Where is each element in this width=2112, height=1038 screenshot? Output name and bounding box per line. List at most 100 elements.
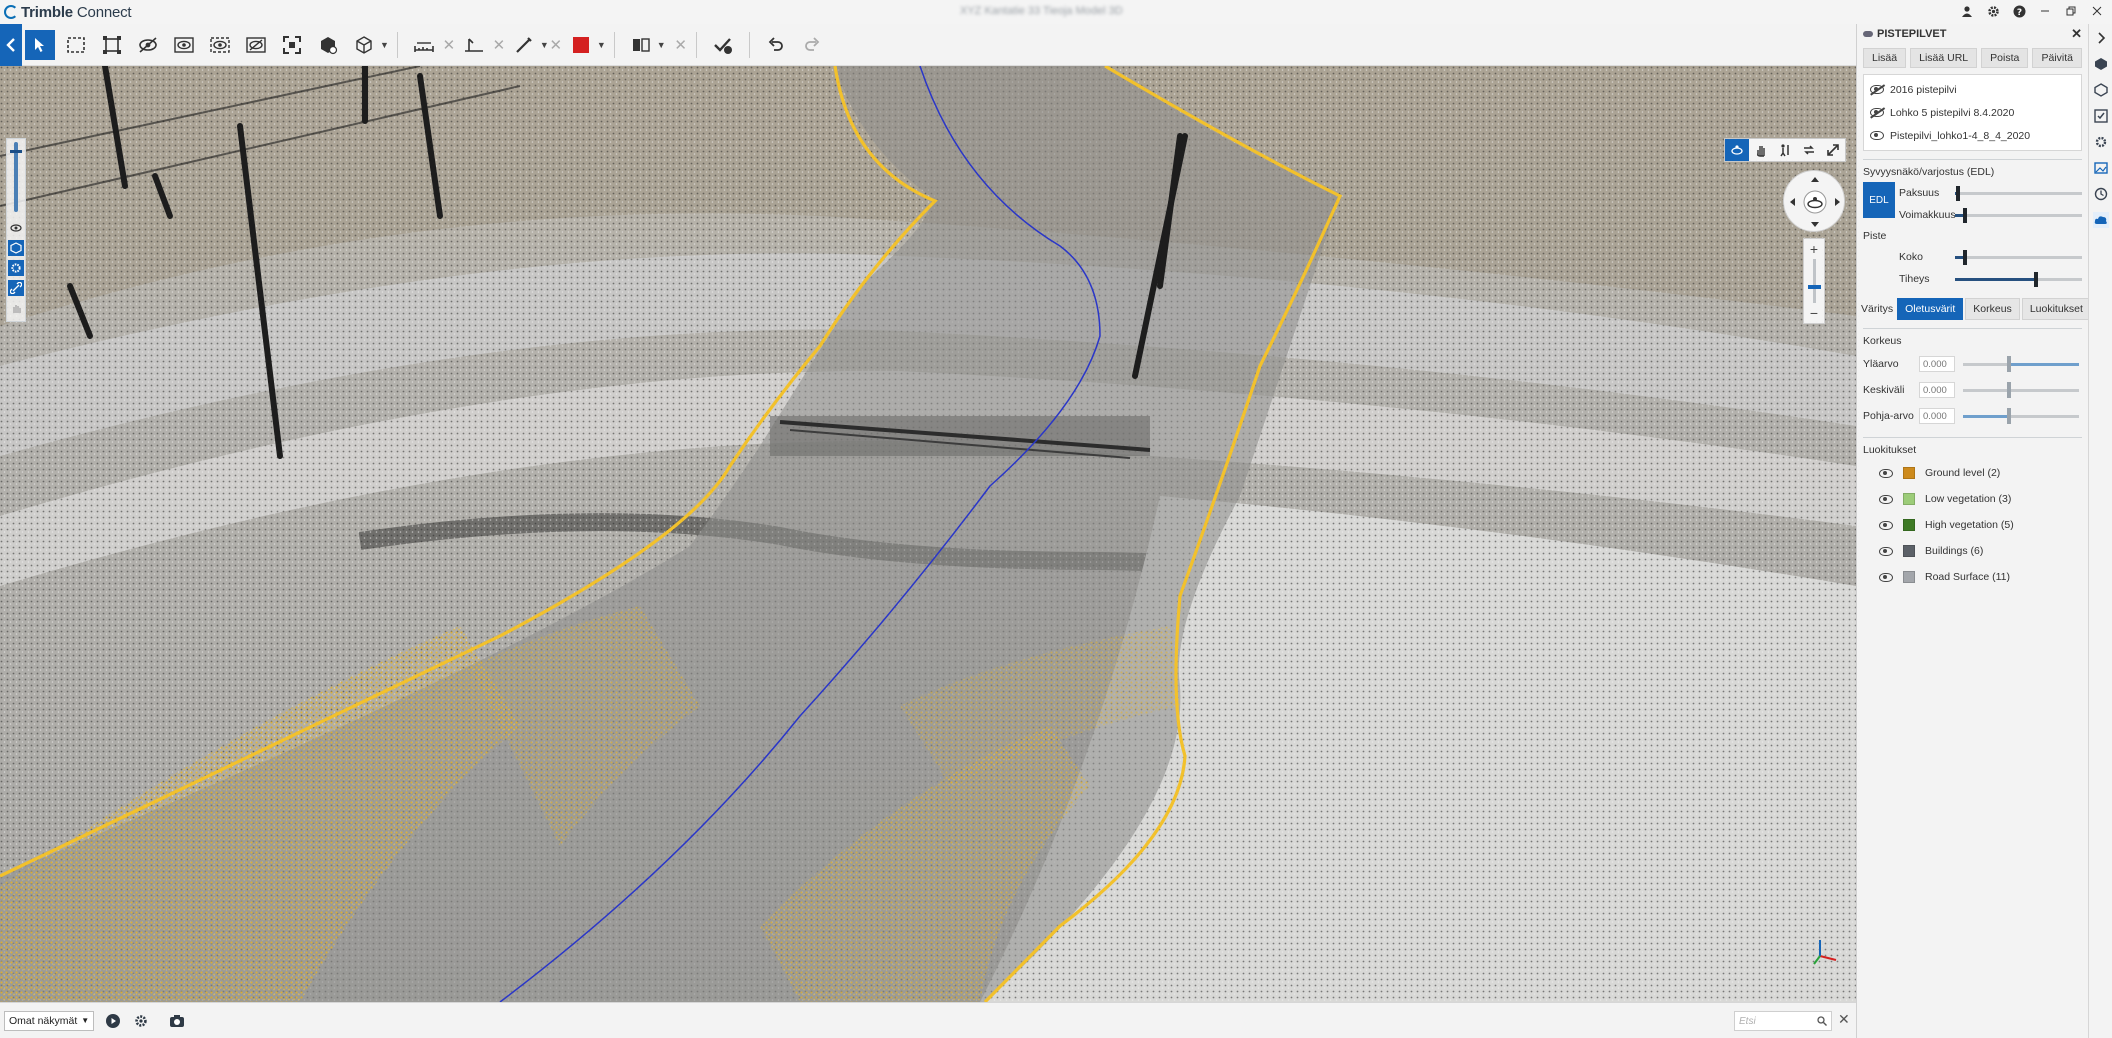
views-icon[interactable] bbox=[2093, 160, 2109, 176]
settings-icon[interactable] bbox=[2093, 134, 2109, 150]
walk-button[interactable] bbox=[1773, 139, 1797, 161]
tab-height[interactable]: Korkeus bbox=[1965, 298, 2020, 320]
clock-icon[interactable] bbox=[2093, 186, 2109, 202]
pan-button[interactable] bbox=[1749, 139, 1773, 161]
height-mid-slider[interactable] bbox=[1963, 381, 2079, 398]
classification-item[interactable]: Road Surface (11) bbox=[1863, 564, 2082, 590]
tab-default-colors[interactable]: Oletusvärit bbox=[1897, 298, 1964, 320]
height-top-input[interactable] bbox=[1919, 356, 1955, 372]
add-button[interactable]: Lisää bbox=[1863, 48, 1907, 68]
view-cube-button[interactable] bbox=[349, 30, 379, 60]
thickness-slider[interactable] bbox=[1955, 185, 2082, 201]
hand-tool[interactable] bbox=[8, 300, 24, 316]
remove-button[interactable]: Poista bbox=[1981, 48, 2029, 68]
screenshot-button[interactable] bbox=[168, 1012, 186, 1030]
eye-hidden-icon[interactable] bbox=[1870, 85, 1884, 94]
fit-selection-button[interactable] bbox=[97, 30, 127, 60]
point-cloud-scene[interactable] bbox=[0, 66, 1856, 1002]
eye-icon[interactable] bbox=[1879, 546, 1893, 556]
play-button[interactable] bbox=[104, 1012, 122, 1030]
view-cube-dropdown[interactable]: ▼ bbox=[380, 40, 389, 50]
visibility-tool[interactable] bbox=[8, 220, 24, 236]
back-button[interactable] bbox=[0, 23, 22, 66]
orbit-button[interactable] bbox=[1725, 139, 1749, 161]
color-dropdown[interactable]: ▼ bbox=[597, 40, 606, 50]
pointcloud-item[interactable]: Lohko 5 pistepilvi 8.4.2020 bbox=[1864, 101, 2081, 124]
select-button[interactable] bbox=[25, 29, 55, 60]
height-mid-input[interactable] bbox=[1919, 382, 1955, 398]
markup-dropdown[interactable]: ▼ bbox=[540, 40, 549, 50]
navigation-wheel[interactable] bbox=[1783, 170, 1845, 232]
eye-icon[interactable] bbox=[1879, 468, 1893, 478]
fullscreen-button[interactable] bbox=[1821, 139, 1845, 161]
user-icon[interactable] bbox=[1958, 2, 1976, 20]
clear-measure-point-icon[interactable]: ✕ bbox=[492, 36, 506, 54]
section-button[interactable] bbox=[626, 30, 656, 60]
height-bottom-slider[interactable] bbox=[1963, 407, 2079, 424]
clip-slider[interactable] bbox=[10, 142, 22, 212]
density-row: Tiheys bbox=[1863, 268, 2082, 290]
classification-item[interactable]: Ground level (2) bbox=[1863, 460, 2082, 486]
measure-point-button[interactable] bbox=[459, 30, 489, 60]
density-slider[interactable] bbox=[1955, 271, 2082, 287]
edl-toggle-button[interactable]: EDL bbox=[1863, 182, 1895, 218]
view-settings-button[interactable] bbox=[132, 1012, 150, 1030]
height-top-slider[interactable] bbox=[1963, 355, 2079, 372]
color-picker-button[interactable] bbox=[566, 30, 596, 60]
pointcloud-item[interactable]: 2016 pistepilvi bbox=[1864, 78, 2081, 101]
tab-classifications[interactable]: Luokitukset bbox=[2021, 298, 2091, 320]
section-dropdown[interactable]: ▼ bbox=[657, 40, 666, 50]
search-box[interactable]: Etsi bbox=[1734, 1011, 1832, 1031]
gear-tool[interactable] bbox=[8, 260, 24, 276]
eye-icon[interactable] bbox=[1879, 494, 1893, 504]
objects-icon[interactable] bbox=[2093, 82, 2109, 98]
clear-markup-icon[interactable]: ✕ bbox=[549, 36, 563, 54]
help-icon[interactable]: ? bbox=[2010, 2, 2028, 20]
hide-button[interactable] bbox=[133, 30, 163, 60]
pointcloud-icon[interactable] bbox=[2092, 212, 2109, 228]
strength-slider[interactable] bbox=[1955, 207, 2082, 223]
layers-icon[interactable] bbox=[2093, 56, 2109, 72]
zoom-in-button[interactable]: + bbox=[1810, 241, 1818, 257]
eye-icon[interactable] bbox=[1879, 572, 1893, 582]
eye-hidden-icon[interactable] bbox=[1870, 108, 1884, 117]
close-search-icon[interactable]: ✕ bbox=[1838, 1011, 1850, 1028]
measure-button[interactable] bbox=[409, 30, 439, 60]
markup-line-button[interactable] bbox=[509, 30, 539, 60]
size-slider[interactable] bbox=[1955, 249, 2082, 265]
zoom-slider[interactable] bbox=[1807, 259, 1821, 303]
link-tool[interactable] bbox=[8, 280, 24, 296]
classification-item[interactable]: Low vegetation (3) bbox=[1863, 486, 2082, 512]
clear-measure-icon[interactable]: ✕ bbox=[442, 36, 456, 54]
show-all-button[interactable] bbox=[205, 30, 235, 60]
collapse-panel-icon[interactable] bbox=[2093, 30, 2109, 46]
redo-button[interactable] bbox=[797, 30, 827, 60]
box-tool[interactable] bbox=[8, 240, 24, 256]
pointcloud-item[interactable]: Pistepilvi_lohko1-4_8_4_2020 bbox=[1864, 124, 2081, 147]
classification-item[interactable]: High vegetation (5) bbox=[1863, 512, 2082, 538]
close-window-icon[interactable] bbox=[2088, 2, 2106, 20]
refresh-button[interactable]: Päivitä bbox=[2032, 48, 2082, 68]
rotate-button[interactable] bbox=[1797, 139, 1821, 161]
zoom-out-button[interactable]: − bbox=[1810, 305, 1818, 321]
isolate-button[interactable] bbox=[169, 30, 199, 60]
clash-button[interactable] bbox=[708, 30, 738, 60]
restore-icon[interactable] bbox=[2062, 2, 2080, 20]
close-panel-icon[interactable]: ✕ bbox=[2071, 26, 2082, 42]
todo-icon[interactable] bbox=[2093, 108, 2109, 124]
box-select-button[interactable] bbox=[61, 30, 91, 60]
height-bottom-input[interactable] bbox=[1919, 408, 1955, 424]
classification-item[interactable]: Buildings (6) bbox=[1863, 538, 2082, 564]
clear-section-icon[interactable]: ✕ bbox=[674, 36, 688, 54]
3d-viewport[interactable]: + − bbox=[0, 66, 1856, 1002]
gear-icon[interactable] bbox=[1984, 2, 2002, 20]
hide-others-button[interactable] bbox=[241, 30, 271, 60]
add-url-button[interactable]: Lisää URL bbox=[1910, 48, 1978, 68]
fit-all-button[interactable] bbox=[277, 30, 307, 60]
undo-button[interactable] bbox=[761, 30, 791, 60]
eye-icon[interactable] bbox=[1879, 520, 1893, 530]
eye-icon[interactable] bbox=[1870, 131, 1884, 140]
model-tree-button[interactable] bbox=[313, 30, 343, 60]
minimize-icon[interactable] bbox=[2036, 2, 2054, 20]
views-dropdown[interactable]: Omat näkymät ▼ bbox=[4, 1010, 95, 1031]
